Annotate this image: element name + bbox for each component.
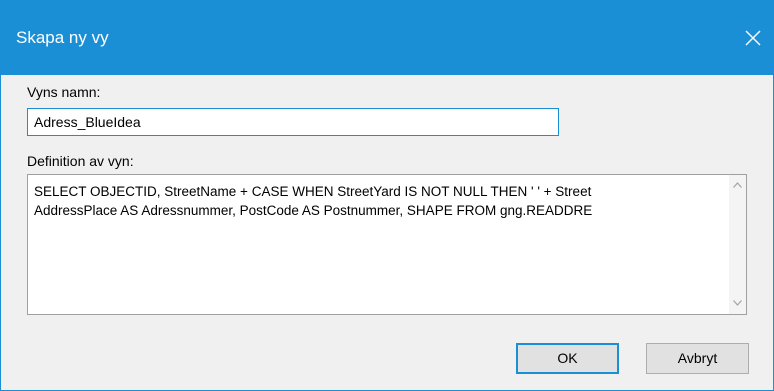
view-definition-text[interactable]: SELECT OBJECTID, StreetName + CASE WHEN …: [34, 182, 734, 220]
close-button[interactable]: [733, 19, 773, 59]
scroll-down-button[interactable]: [729, 295, 746, 312]
view-name-label: Vyns namn:: [27, 84, 101, 100]
close-icon: [745, 30, 761, 46]
view-definition-label: Definition av vyn:: [27, 153, 134, 169]
view-definition-textarea[interactable]: SELECT OBJECTID, StreetName + CASE WHEN …: [27, 174, 747, 315]
scroll-up-button[interactable]: [729, 177, 746, 194]
definition-line: SELECT OBJECTID, StreetName + CASE WHEN …: [34, 184, 592, 199]
ok-button[interactable]: OK: [516, 343, 619, 374]
chevron-down-icon: [733, 300, 742, 306]
definition-line: AddressPlace AS Adressnummer, PostCode A…: [34, 203, 593, 218]
vertical-scrollbar[interactable]: [729, 175, 746, 314]
create-view-dialog: Skapa ny vy Vyns namn: Definition av vyn…: [0, 0, 774, 391]
cancel-button[interactable]: Avbryt: [646, 343, 749, 374]
view-name-input[interactable]: [27, 108, 559, 136]
chevron-up-icon: [733, 182, 742, 188]
dialog-title: Skapa ny vy: [16, 28, 109, 47]
title-bar: Skapa ny vy: [1, 1, 773, 75]
